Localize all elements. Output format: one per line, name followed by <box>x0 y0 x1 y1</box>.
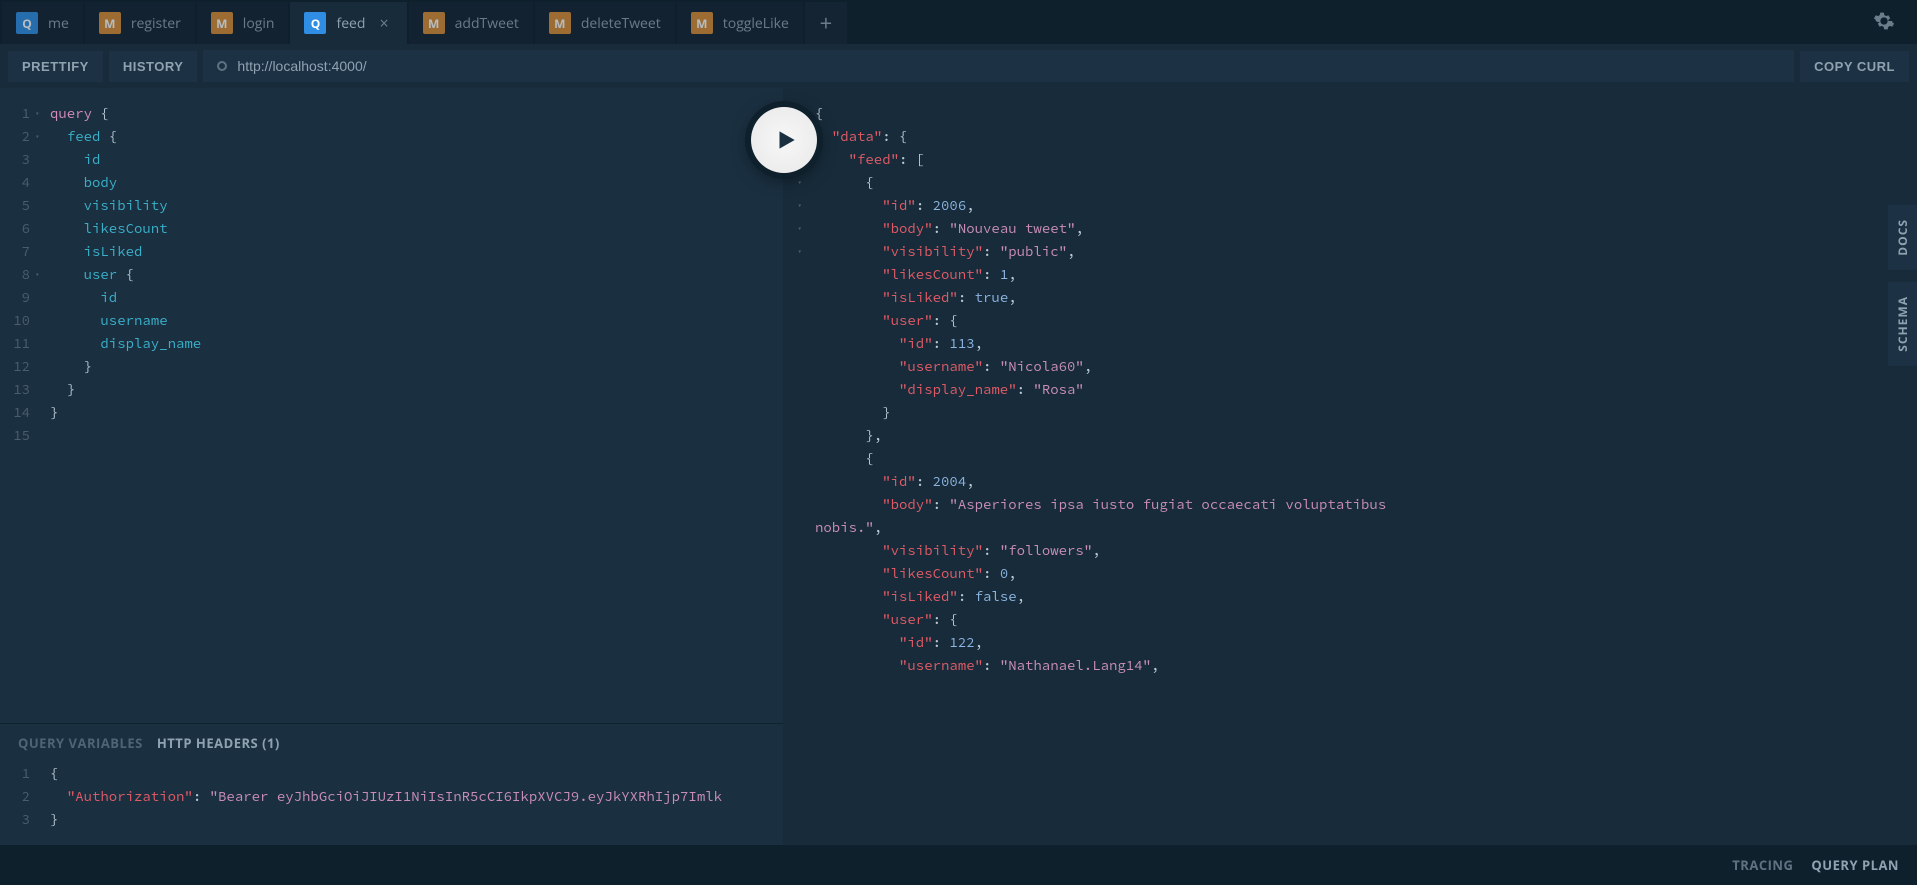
schema-tab[interactable]: SCHEMA <box>1888 282 1917 366</box>
plus-icon: + <box>820 8 833 38</box>
headers-editor[interactable]: 123 { "Authorization": "Bearer eyJhbGciO… <box>0 762 783 845</box>
query-icon: Q <box>16 12 38 34</box>
docs-tab[interactable]: DOCS <box>1888 205 1917 270</box>
response-panel[interactable]: ▾▾▾▾▾▾▾ { "data": { "feed": [ { "id": 20… <box>783 88 1917 845</box>
copy-curl-button[interactable]: COPY CURL <box>1800 51 1909 82</box>
mutation-icon: M <box>423 12 445 34</box>
prettify-button[interactable]: PRETTIFY <box>8 51 103 82</box>
tab-me[interactable]: Qme <box>2 2 83 44</box>
tab-label: deleteTweet <box>581 14 661 33</box>
side-tabs: DOCS SCHEMA <box>1888 205 1917 365</box>
tabs-bar: QmeMregisterMloginQfeed×MaddTweetMdelete… <box>0 0 1917 44</box>
toolbar: PRETTIFY HISTORY COPY CURL <box>0 44 1917 88</box>
gear-icon[interactable] <box>1873 10 1895 37</box>
query-plan-button[interactable]: QUERY PLAN <box>1811 856 1899 874</box>
main-area: 123456789101112131415 query { feed { id … <box>0 88 1917 845</box>
endpoint-input[interactable] <box>237 58 1780 74</box>
tab-label: register <box>131 14 181 33</box>
query-icon: Q <box>304 12 326 34</box>
bottom-bar: TRACING QUERY PLAN <box>0 845 1917 885</box>
tab-feed[interactable]: Qfeed × <box>290 2 406 44</box>
close-icon[interactable]: × <box>375 12 392 34</box>
tab-query-variables[interactable]: QUERY VARIABLES <box>18 734 143 752</box>
mutation-icon: M <box>211 12 233 34</box>
tab-toggleLike[interactable]: MtoggleLike <box>677 2 803 44</box>
history-button[interactable]: HISTORY <box>109 51 198 82</box>
tab-addTweet[interactable]: MaddTweet <box>409 2 533 44</box>
query-editor[interactable]: 123456789101112131415 query { feed { id … <box>0 88 783 723</box>
tab-http-headers[interactable]: HTTP HEADERS (1) <box>157 734 280 752</box>
variables-panel: QUERY VARIABLES HTTP HEADERS (1) 123 { "… <box>0 723 783 845</box>
tab-register[interactable]: Mregister <box>85 2 195 44</box>
tab-deleteTweet[interactable]: MdeleteTweet <box>535 2 675 44</box>
tab-label: toggleLike <box>723 14 789 33</box>
tab-label: feed <box>336 14 365 33</box>
tracing-button[interactable]: TRACING <box>1732 856 1793 874</box>
mutation-icon: M <box>691 12 713 34</box>
tab-label: me <box>48 14 69 33</box>
endpoint-bar <box>203 50 1794 82</box>
play-icon <box>773 127 799 153</box>
tab-label: login <box>243 14 275 33</box>
tab-label: addTweet <box>455 14 519 33</box>
mutation-icon: M <box>99 12 121 34</box>
mutation-icon: M <box>549 12 571 34</box>
query-editor-panel: 123456789101112131415 query { feed { id … <box>0 88 783 845</box>
add-tab-button[interactable]: + <box>805 2 847 44</box>
play-button[interactable] <box>751 107 817 173</box>
tab-login[interactable]: Mlogin <box>197 2 289 44</box>
reload-icon[interactable] <box>217 61 227 71</box>
